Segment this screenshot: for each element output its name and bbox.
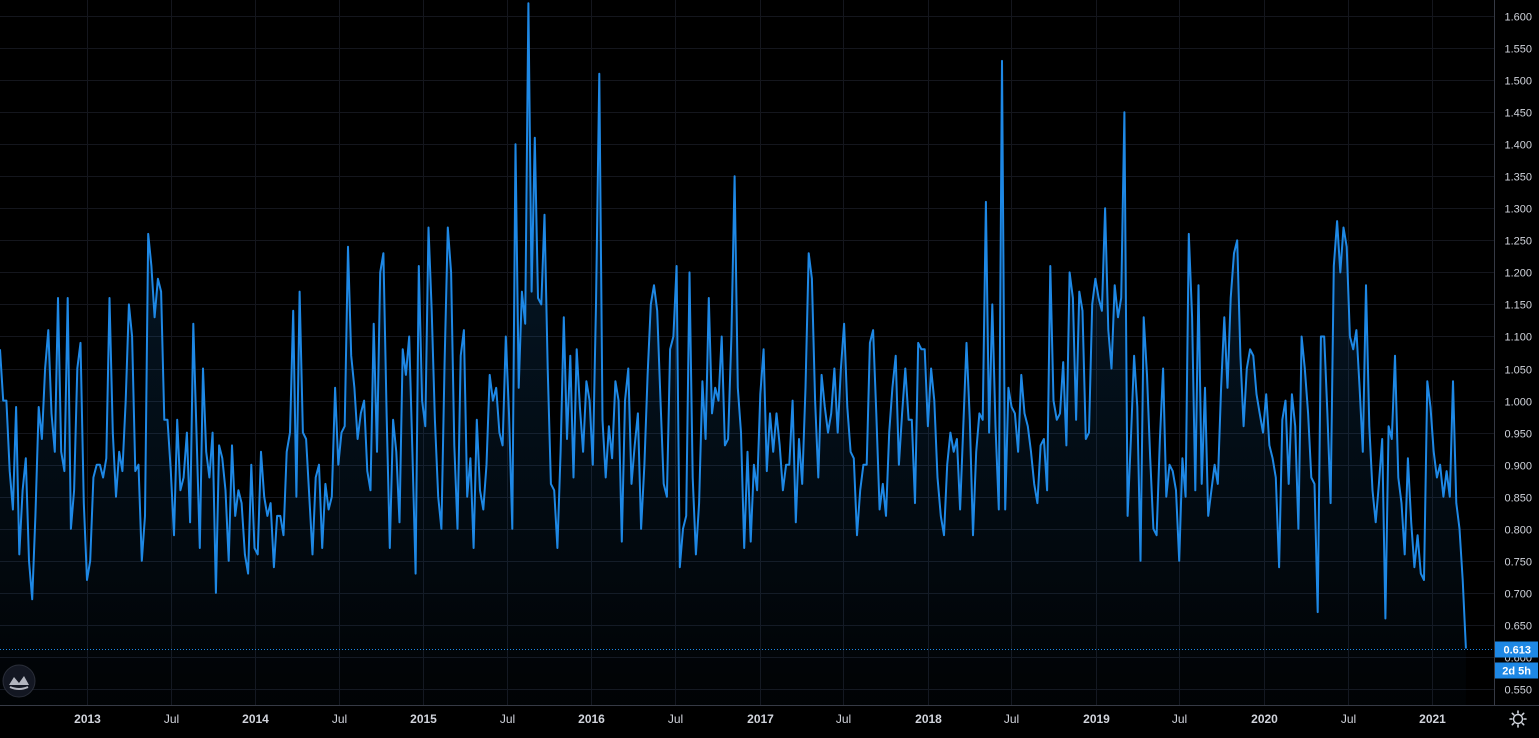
- tradingview-logo-icon[interactable]: [2, 664, 36, 698]
- time-tick-label: 2015: [410, 712, 437, 726]
- price-tick-label: 1.200: [1504, 268, 1532, 280]
- time-tick-label: 2021: [1419, 712, 1446, 726]
- price-tick-label: 1.100: [1504, 332, 1532, 344]
- price-tick-label: 0.700: [1504, 589, 1532, 601]
- chart-svg: 0.5500.6000.6500.7000.7500.8000.8500.900…: [0, 0, 1539, 728]
- price-tick-label: 1.300: [1504, 204, 1532, 216]
- price-tick-label: 1.550: [1504, 44, 1532, 56]
- price-tick-label: 0.750: [1504, 557, 1532, 569]
- price-tick-label: 0.650: [1504, 621, 1532, 633]
- countdown-label: 2d 5h: [1502, 666, 1531, 678]
- time-tick-label: 2013: [74, 712, 101, 726]
- last-price-badge: 0.613: [1495, 641, 1538, 658]
- price-tick-label: 0.850: [1504, 493, 1532, 505]
- price-tick-label: 0.550: [1504, 685, 1532, 697]
- time-tick-label: Jul: [668, 712, 683, 726]
- time-tick-label: Jul: [164, 712, 179, 726]
- last-price-label: 0.613: [1503, 645, 1531, 657]
- time-axis[interactable]: 2013 Jul 2014 Jul 2015 Jul 2016 Jul 2017 Jul 2018 J…: [74, 712, 1446, 726]
- time-tick-label: 2017: [747, 712, 774, 726]
- price-tick-label: 1.350: [1504, 172, 1532, 184]
- price-tick-label: 1.600: [1504, 12, 1532, 24]
- price-tick-label: 1.400: [1504, 140, 1532, 152]
- price-tick-label: 1.050: [1504, 365, 1532, 377]
- time-tick-label: Jul: [1172, 712, 1187, 726]
- countdown-badge: 2d 5h: [1495, 662, 1538, 679]
- price-tick-label: 0.900: [1504, 461, 1532, 473]
- time-tick-label: Jul: [1004, 712, 1019, 726]
- price-chart[interactable]: 0.550 0.600 0.650 0.700 0.750 0.800 0.850 0.900…: [0, 0, 1539, 733]
- series-area-fill: [0, 3, 1466, 705]
- time-tick-label: 2018: [915, 712, 942, 726]
- time-tick-label: Jul: [332, 712, 347, 726]
- price-axis[interactable]: 0.5500.6000.6500.7000.7500.8000.8500.900…: [1504, 12, 1532, 697]
- price-tick-label: 0.950: [1504, 429, 1532, 441]
- time-tick-label: Jul: [836, 712, 851, 726]
- time-tick-label: 2020: [1251, 712, 1278, 726]
- time-tick-label: 2014: [242, 712, 269, 726]
- time-tick-label: 2016: [578, 712, 605, 726]
- gear-icon[interactable]: [1509, 710, 1527, 728]
- time-tick-label: Jul: [500, 712, 515, 726]
- price-tick-label: 1.450: [1504, 108, 1532, 120]
- price-tick-label: 1.000: [1504, 397, 1532, 409]
- price-tick-label: 0.800: [1504, 525, 1532, 537]
- price-tick-label: 1.150: [1504, 300, 1532, 312]
- time-tick-label: Jul: [1341, 712, 1356, 726]
- price-tick-label: 1.500: [1504, 76, 1532, 88]
- time-tick-label: 2019: [1083, 712, 1110, 726]
- price-tick-label: 1.250: [1504, 236, 1532, 248]
